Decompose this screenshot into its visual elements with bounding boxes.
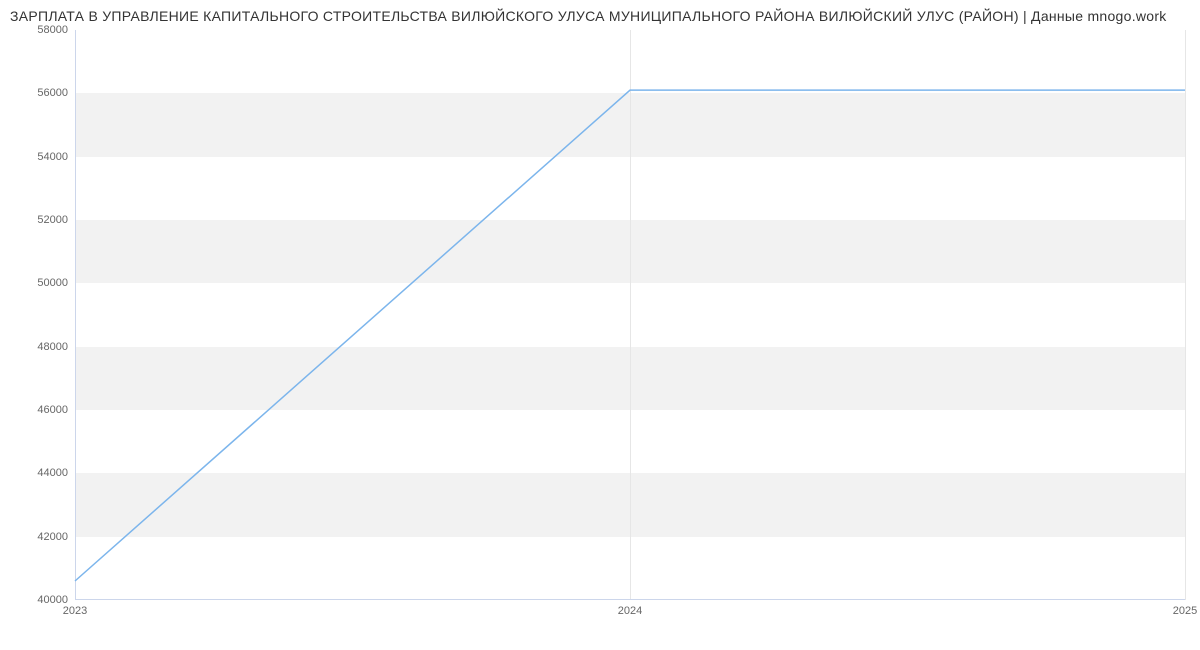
line-series — [75, 90, 1185, 581]
y-tick-label: 40000 — [8, 594, 68, 606]
y-tick-label: 50000 — [8, 277, 68, 289]
y-tick-label: 52000 — [8, 214, 68, 226]
y-tick-label: 54000 — [8, 151, 68, 163]
x-grid-line — [1185, 30, 1186, 600]
y-tick-label: 58000 — [8, 24, 68, 36]
y-tick-label: 56000 — [8, 87, 68, 99]
x-tick-label: 2023 — [63, 605, 87, 617]
y-tick-label: 48000 — [8, 341, 68, 353]
line-series-svg — [75, 30, 1185, 600]
y-tick-label: 46000 — [8, 404, 68, 416]
plot-area — [75, 30, 1185, 600]
x-tick-label: 2024 — [618, 605, 642, 617]
y-tick-label: 44000 — [8, 467, 68, 479]
chart-container: ЗАРПЛАТА В УПРАВЛЕНИЕ КАПИТАЛЬНОГО СТРОИ… — [0, 0, 1200, 650]
x-tick-label: 2025 — [1173, 605, 1197, 617]
y-tick-label: 42000 — [8, 531, 68, 543]
chart-title: ЗАРПЛАТА В УПРАВЛЕНИЕ КАПИТАЛЬНОГО СТРОИ… — [10, 8, 1167, 24]
